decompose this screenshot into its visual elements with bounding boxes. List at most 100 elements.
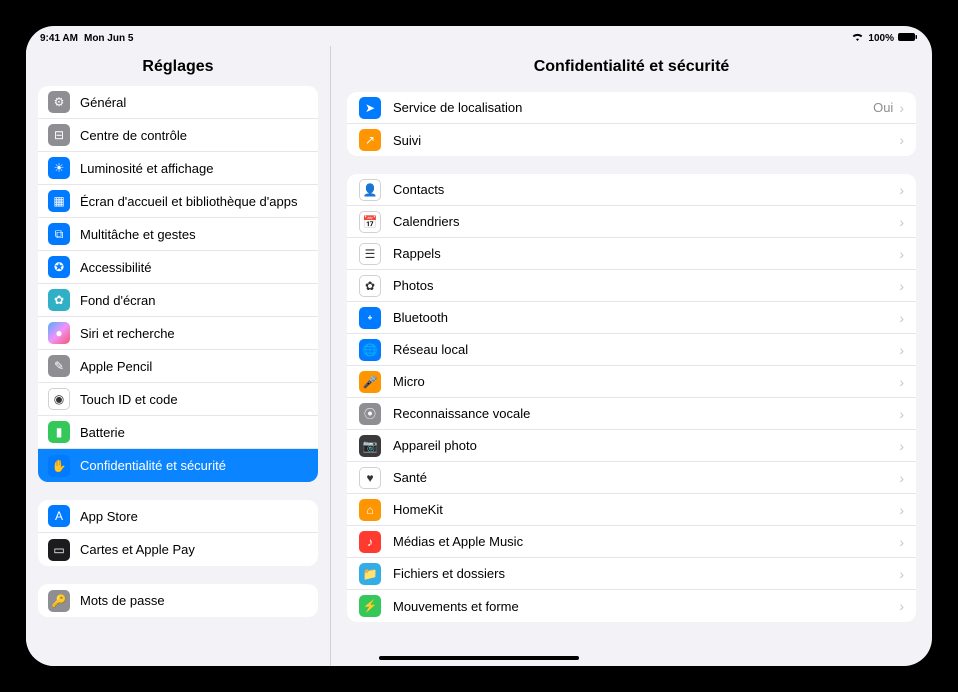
chevron-right-icon: ›	[899, 100, 904, 116]
sidebar-item-label: Écran d'accueil et bibliothèque d'apps	[80, 194, 308, 209]
chevron-right-icon: ›	[899, 278, 904, 294]
main-split: Réglages ⚙Général⊟Centre de contrôle ☀ Lum…	[26, 46, 932, 666]
sidebar-group: 🔑Mots de passe	[38, 584, 318, 617]
content-row-calendars[interactable]: 📅 Calendriers›	[347, 206, 916, 238]
sidebar-item-pencil[interactable]: ✎Apple Pencil	[38, 350, 318, 383]
sidebar-item-passwords[interactable]: 🔑Mots de passe	[38, 584, 318, 617]
home-screen-icon: ▦	[48, 190, 70, 212]
content-row-label: Mouvements et forme	[393, 599, 899, 614]
content-row-contacts[interactable]: 👤Contacts›	[347, 174, 916, 206]
sidebar-item-control-center[interactable]: ⊟Centre de contrôle	[38, 119, 318, 152]
chevron-right-icon: ›	[899, 598, 904, 614]
contacts-icon: 👤	[359, 179, 381, 201]
chevron-right-icon: ›	[899, 406, 904, 422]
motion-icon: ⚡	[359, 595, 381, 617]
sidebar-item-wallpaper[interactable]: ✿ Fond d'écran	[38, 284, 318, 317]
app-store-icon: A	[48, 505, 70, 527]
sidebar-item-app-store[interactable]: AApp Store	[38, 500, 318, 533]
sidebar-item-label: Apple Pencil	[80, 359, 308, 374]
siri-icon: ●	[48, 322, 70, 344]
content-row-label: Bluetooth	[393, 310, 899, 325]
content-section: 👤Contacts›📅Calendriers›☰Rappels›✿Photos›…	[347, 174, 916, 622]
sidebar-item-multitasking[interactable]: ⧉Multitâche et gestes	[38, 218, 318, 251]
chevron-right-icon: ›	[899, 374, 904, 390]
chevron-right-icon: ›	[899, 342, 904, 358]
content-row-reminders[interactable]: ☰ Rappels›	[347, 238, 916, 270]
photos-icon: ✿	[359, 275, 381, 297]
content-row-microphone[interactable]: 🎤Micro›	[347, 366, 916, 398]
chevron-right-icon: ›	[899, 182, 904, 198]
sidebar-scroll[interactable]: ⚙Général⊟Centre de contrôle ☀ Luminosité e…	[26, 86, 330, 666]
content-row-label: Rappels	[393, 246, 899, 261]
sidebar-item-home-screen[interactable]: ▦ Écran d'accueil et bibliothèque d'apps	[38, 185, 318, 218]
content-row-speech[interactable]: ⦿Reconnaissance vocale›	[347, 398, 916, 430]
sidebar-item-accessibility[interactable]: ✪Accessibilité	[38, 251, 318, 284]
content-row-local-network[interactable]: 🌐Réseau local›	[347, 334, 916, 366]
sidebar-item-label: Cartes et Apple Pay	[80, 542, 308, 557]
content-row-label: Micro	[393, 374, 899, 389]
sidebar-group: AApp Store▭Cartes et Apple Pay	[38, 500, 318, 566]
sidebar-item-general[interactable]: ⚙Général	[38, 86, 318, 119]
chevron-right-icon: ›	[899, 246, 904, 262]
content-row-motion[interactable]: ⚡ Mouvements et forme›	[347, 590, 916, 622]
content-row-homekit[interactable]: ⌂HomeKit›	[347, 494, 916, 526]
wallpaper-icon: ✿	[48, 289, 70, 311]
content-title: Confidentialité et sécurité	[331, 46, 932, 86]
reminders-icon: ☰	[359, 243, 381, 265]
content-row-label: Calendriers	[393, 214, 899, 229]
content-row-health[interactable]: ♥Santé›	[347, 462, 916, 494]
passwords-icon: 🔑	[48, 590, 70, 612]
sidebar-item-label: Batterie	[80, 425, 308, 440]
content-row-label: Photos	[393, 278, 899, 293]
location-icon: ➤	[359, 97, 381, 119]
content-row-media[interactable]: ♪Médias et Apple Music›	[347, 526, 916, 558]
content-row-tracking[interactable]: ↗Suivi›	[347, 124, 916, 156]
content-row-label: Reconnaissance vocale	[393, 406, 899, 421]
camera-icon: 📷	[359, 435, 381, 457]
sidebar-item-display[interactable]: ☀ Luminosité et affichage	[38, 152, 318, 185]
sidebar-item-label: Touch ID et code	[80, 392, 308, 407]
sidebar-item-label: Accessibilité	[80, 260, 308, 275]
content-row-value: Oui	[873, 100, 893, 115]
content-row-bluetooth[interactable]: ᛭Bluetooth›	[347, 302, 916, 334]
sidebar-item-wallet[interactable]: ▭Cartes et Apple Pay	[38, 533, 318, 566]
sidebar-item-siri[interactable]: ● Siri et recherche	[38, 317, 318, 350]
sidebar-item-privacy[interactable]: ✋ Confidentialité et sécurité	[38, 449, 318, 482]
sidebar-item-battery[interactable]: ▮Batterie	[38, 416, 318, 449]
content-row-location[interactable]: ➤ Service de localisationOui ›	[347, 92, 916, 124]
privacy-icon: ✋	[48, 455, 70, 477]
control-center-icon: ⊟	[48, 124, 70, 146]
content-row-files[interactable]: 📁Fichiers et dossiers›	[347, 558, 916, 590]
health-icon: ♥	[359, 467, 381, 489]
general-icon: ⚙	[48, 91, 70, 113]
chevron-right-icon: ›	[899, 470, 904, 486]
sidebar-title: Réglages	[26, 46, 330, 86]
status-bar: 9:41 AM Mon Jun 5 100%	[26, 26, 932, 46]
content-row-label: Service de localisation	[393, 100, 873, 115]
content-row-label: Réseau local	[393, 342, 899, 357]
chevron-right-icon: ›	[899, 214, 904, 230]
content-scroll[interactable]: ➤Service de localisationOui›↗Suivi›👤Cont…	[331, 86, 932, 666]
chevron-right-icon: ›	[899, 438, 904, 454]
chevron-right-icon: ›	[899, 132, 904, 148]
content-row-photos[interactable]: ✿ Photos›	[347, 270, 916, 302]
content-row-label: Fichiers et dossiers	[393, 566, 899, 581]
home-indicator[interactable]	[379, 656, 579, 660]
media-icon: ♪	[359, 531, 381, 553]
sidebar-item-label: Luminosité et affichage	[80, 161, 308, 176]
sidebar-item-label: Siri et recherche	[80, 326, 308, 341]
chevron-right-icon: ›	[899, 534, 904, 550]
sidebar-item-label: Fond d'écran	[80, 293, 308, 308]
content-row-label: Suivi	[393, 133, 899, 148]
sidebar-item-label: Confidentialité et sécurité	[80, 458, 308, 473]
battery-percent: 100%	[868, 33, 894, 44]
calendars-icon: 📅	[359, 211, 381, 233]
files-icon: 📁	[359, 563, 381, 585]
content-row-camera[interactable]: 📷Appareil photo›	[347, 430, 916, 462]
bluetooth-icon: ᛭	[359, 307, 381, 329]
content-row-label: HomeKit	[393, 502, 899, 517]
sidebar-item-touch-id[interactable]: ◉Touch ID et code	[38, 383, 318, 416]
display-icon: ☀	[48, 157, 70, 179]
content-section: ➤Service de localisationOui›↗Suivi›	[347, 92, 916, 156]
screen: 9:41 AM Mon Jun 5 100% Réglages ⚙Général…	[26, 26, 932, 666]
